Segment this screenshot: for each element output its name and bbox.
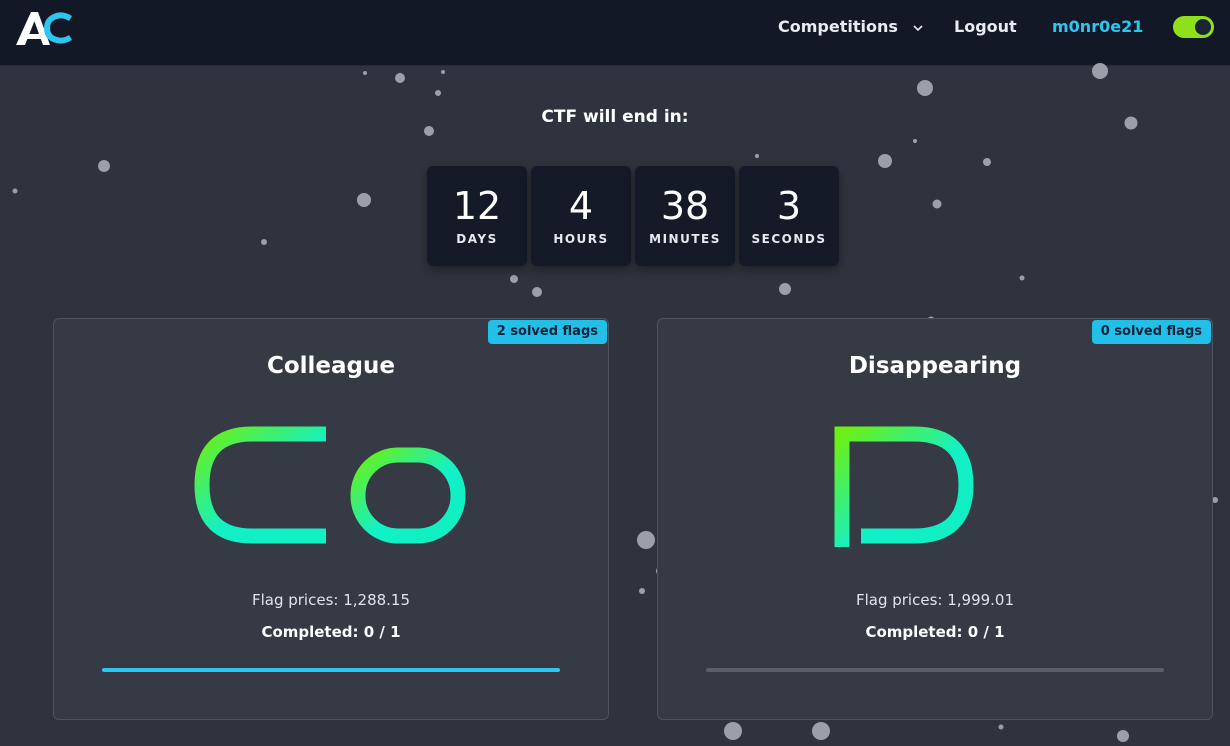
countdown-seconds: 3 SECONDS bbox=[739, 166, 839, 266]
top-navbar: Competitions Logout m0nr0e21 bbox=[0, 0, 1230, 66]
theme-toggle[interactable] bbox=[1173, 16, 1214, 38]
flag-prices: Flag prices: 1,288.15 bbox=[251, 591, 411, 609]
username-link[interactable]: m0nr0e21 bbox=[1052, 17, 1143, 37]
countdown-value: 38 bbox=[660, 184, 710, 228]
countdown-title: CTF will end in: bbox=[541, 107, 689, 127]
countdown-hours: 4 HOURS bbox=[531, 166, 631, 266]
progress-fill bbox=[102, 668, 560, 672]
completed-count: Completed: 0 / 1 bbox=[261, 623, 401, 641]
logout-link[interactable]: Logout bbox=[954, 17, 1017, 37]
competitions-menu[interactable]: Competitions bbox=[778, 17, 925, 37]
challenge-card-disappearing[interactable]: 0 solved flags Disappearing Di Flag pric… bbox=[657, 318, 1213, 720]
logo-icon[interactable] bbox=[14, 8, 76, 48]
countdown-days: 12 DAYS bbox=[427, 166, 527, 266]
challenge-title: Colleague bbox=[266, 353, 395, 379]
toggle-knob bbox=[1195, 19, 1211, 35]
competitions-label: Competitions bbox=[778, 17, 898, 36]
countdown-value: 3 bbox=[776, 184, 802, 228]
countdown-unit: SECONDS bbox=[751, 232, 827, 246]
challenge-logo-di-icon: Di bbox=[834, 426, 1023, 547]
chevron-down-icon bbox=[913, 24, 924, 31]
progress-bar bbox=[706, 668, 1164, 672]
completed-count: Completed: 0 / 1 bbox=[865, 623, 1005, 641]
progress-bar bbox=[102, 668, 560, 672]
solved-flags-badge: 0 solved flags bbox=[1091, 320, 1211, 344]
countdown-timer: 12 DAYS 4 HOURS 38 MINUTES 3 SECONDS bbox=[427, 166, 839, 266]
countdown-unit: DAYS bbox=[456, 232, 498, 246]
challenge-card-colleague[interactable]: 2 solved flags Colleague Co Flag prices:… bbox=[53, 318, 609, 720]
challenge-title: Disappearing bbox=[848, 353, 1022, 379]
countdown-value: 4 bbox=[568, 184, 594, 228]
countdown-value: 12 bbox=[452, 184, 502, 228]
challenge-logo-co-icon: Co bbox=[194, 426, 466, 544]
solved-flags-badge: 2 solved flags bbox=[487, 320, 607, 344]
countdown-minutes: 38 MINUTES bbox=[635, 166, 735, 266]
countdown-unit: HOURS bbox=[553, 232, 609, 246]
countdown-unit: MINUTES bbox=[649, 232, 721, 246]
flag-prices: Flag prices: 1,999.01 bbox=[855, 591, 1015, 609]
